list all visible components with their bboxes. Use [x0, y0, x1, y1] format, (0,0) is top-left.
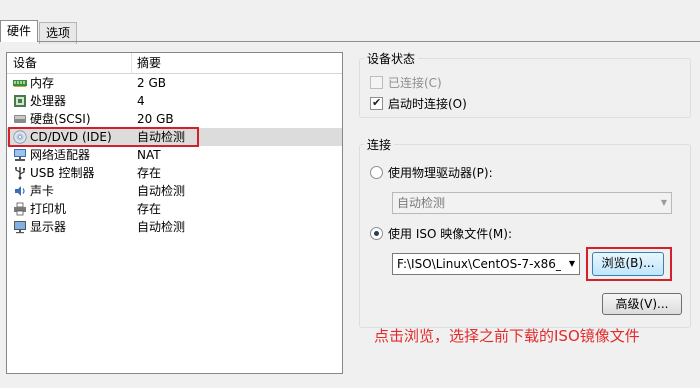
printer-icon: [14, 202, 26, 216]
column-separator[interactable]: [131, 53, 132, 73]
device-name: 打印机: [30, 202, 67, 216]
tab-divider: [0, 41, 700, 42]
tab-hardware[interactable]: 硬件: [0, 20, 39, 42]
column-header-summary[interactable]: 摘要: [137, 55, 161, 71]
device-summary: 自动检测: [137, 184, 186, 198]
device-list-header: 设备 摘要: [7, 53, 342, 74]
physical-drive-label: 使用物理驱动器(P):: [388, 166, 493, 180]
device-summary: NAT: [137, 148, 161, 162]
physical-drive-value: 自动检测: [397, 196, 446, 210]
device-name: 处理器: [30, 94, 67, 108]
iso-path-combo[interactable]: F:\ISO\Linux\CentOS-7-x86_6 ▼: [392, 253, 580, 275]
device-name: USB 控制器: [30, 166, 95, 180]
tab-bar: 选项 硬件: [0, 0, 700, 44]
connect-on-start-label: 启动时连接(O): [388, 97, 467, 111]
chevron-down-icon: ▼: [568, 259, 575, 268]
device-summary: 存在: [137, 166, 162, 180]
monitor-icon: [14, 221, 26, 234]
instruction-annotation: 点击浏览，选择之前下载的ISO镜像文件: [374, 327, 640, 345]
connected-label: 已连接(C): [388, 76, 442, 90]
device-row-processor[interactable]: 处理器 4: [7, 92, 342, 110]
iso-image-label: 使用 ISO 映像文件(M):: [388, 227, 512, 241]
device-summary: 4: [137, 94, 145, 108]
usb-icon: [15, 167, 25, 180]
device-name: 显示器: [30, 220, 67, 234]
device-summary: 20 GB: [137, 112, 174, 126]
device-row-sound-card[interactable]: 声卡 自动检测: [7, 182, 342, 200]
column-header-device[interactable]: 设备: [13, 55, 37, 71]
device-settings-panel: 设备状态 已连接(C) ✔ 启动时连接(O) 连接 使用物理驱动器(P): 自动…: [351, 44, 700, 374]
memory-icon: [13, 80, 27, 87]
device-row-memory[interactable]: 内存 2 GB: [7, 74, 342, 92]
device-name: 内存: [30, 76, 55, 90]
iso-path-value: F:\ISO\Linux\CentOS-7-x86_6: [397, 257, 561, 271]
chevron-down-icon: ▼: [660, 198, 667, 207]
device-row-hard-disk[interactable]: 硬盘(SCSI) 20 GB: [7, 110, 342, 128]
device-row-network-adapter[interactable]: 网络适配器 NAT: [7, 146, 342, 164]
device-name: 硬盘(SCSI): [30, 112, 91, 126]
device-row-cd-dvd[interactable]: CD/DVD (IDE) 自动检测: [7, 127, 342, 147]
device-status-group: 设备状态 已连接(C) ✔ 启动时连接(O): [359, 50, 691, 118]
network-adapter-icon: [14, 149, 26, 161]
hard-disk-icon: [14, 115, 26, 123]
browse-button[interactable]: 浏览(B)...: [592, 252, 664, 276]
device-summary: 自动检测: [137, 220, 186, 234]
device-row-display[interactable]: 显示器 自动检测: [7, 218, 342, 236]
radio-button[interactable]: [370, 166, 383, 179]
radio-selected-dot: [374, 231, 379, 236]
checkmark-icon: ✔: [372, 96, 382, 109]
device-list: 设备 摘要 内存 2 GB 处理器 4 硬盘(SCSI) 20 GB CD/DV…: [6, 52, 343, 374]
connection-title: 连接: [367, 138, 392, 152]
advanced-button[interactable]: 高级(V)...: [602, 293, 682, 315]
checkbox-box[interactable]: [370, 76, 383, 89]
selection-highlight: [8, 127, 199, 147]
device-row-printer[interactable]: 打印机 存在: [7, 200, 342, 218]
device-name: 声卡: [30, 184, 55, 198]
device-row-usb-controller[interactable]: USB 控制器 存在: [7, 164, 342, 182]
checkbox-box[interactable]: ✔: [370, 96, 383, 110]
device-name: 网络适配器: [30, 148, 91, 162]
speaker-icon: [15, 186, 25, 196]
device-status-title: 设备状态: [367, 52, 416, 66]
device-summary: 2 GB: [137, 76, 166, 90]
radio-button[interactable]: [370, 227, 383, 240]
physical-drive-select[interactable]: 自动检测 ▼: [392, 192, 672, 214]
processor-icon: [14, 95, 26, 107]
device-summary: 存在: [137, 202, 162, 216]
